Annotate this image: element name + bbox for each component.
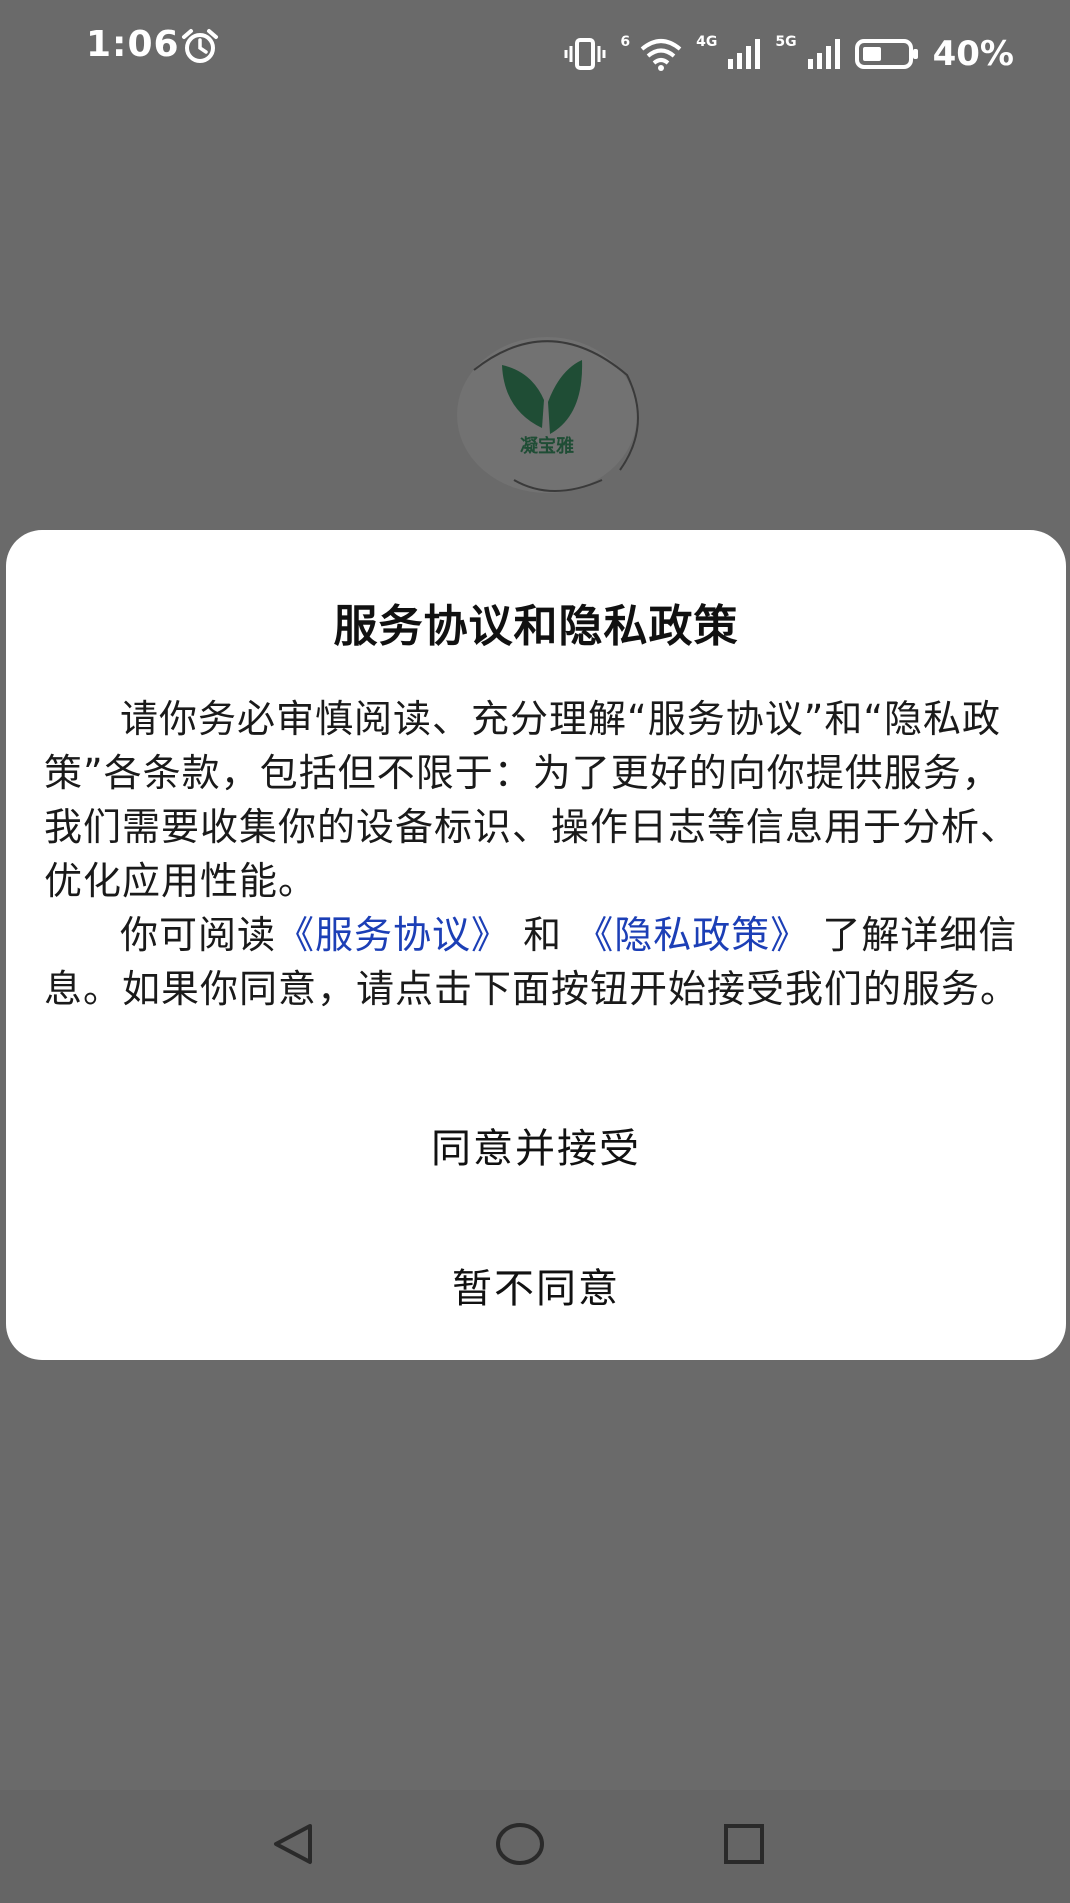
back-icon[interactable] <box>270 1820 318 1872</box>
network-label-5g: 5G <box>775 34 797 50</box>
dialog-body: 请你务必审慎阅读、充分理解“服务协议”和“隐私政策”各条款，包括但不限于：为了更… <box>44 692 1034 1016</box>
wifi-icon <box>640 37 682 71</box>
signal-icon <box>727 37 761 71</box>
dialog-paragraph-1: 请你务必审慎阅读、充分理解“服务协议”和“隐私政策”各条款，包括但不限于：为了更… <box>44 697 1020 903</box>
screen: 1:06 6 4G 5G 40% 凝宝雅 服务协议和隐私政策 请你务必审慎阅读、… <box>0 0 1070 1903</box>
agree-button[interactable]: 同意并接受 <box>6 1100 1066 1190</box>
navigation-bar <box>0 1790 1070 1903</box>
vibrate-icon <box>564 37 606 71</box>
status-icons: 6 4G 5G 40% <box>564 34 1014 74</box>
network-label-4g: 4G <box>696 34 718 50</box>
home-icon[interactable] <box>494 1820 546 1872</box>
paragraph-2-prefix: 你可阅读 <box>120 913 277 957</box>
status-time: 1:06 <box>86 24 180 65</box>
battery-percent: 40% <box>932 34 1014 74</box>
app-logo: 凝宝雅 <box>452 330 648 500</box>
alarm-clock-icon <box>180 28 220 68</box>
battery-icon <box>854 38 919 70</box>
wifi-badge: 6 <box>620 34 631 50</box>
paragraph-2-and: 和 <box>523 913 563 957</box>
dialog-paragraph-2: 你可阅读《服务协议》 和 《隐私政策》 了解详细信息。如果你同意，请点击下面按钮… <box>44 908 1034 1016</box>
service-agreement-link[interactable]: 《服务协议》 <box>276 913 510 957</box>
disagree-button[interactable]: 暂不同意 <box>6 1240 1066 1330</box>
status-bar: 1:06 6 4G 5G 40% <box>0 0 1070 110</box>
recent-apps-icon[interactable] <box>720 1820 768 1872</box>
signal-icon <box>807 37 841 71</box>
privacy-dialog: 服务协议和隐私政策 请你务必审慎阅读、充分理解“服务协议”和“隐私政策”各条款，… <box>6 530 1066 1360</box>
app-logo-text: 凝宝雅 <box>520 435 574 457</box>
dialog-title: 服务协议和隐私政策 <box>333 601 739 652</box>
privacy-policy-link[interactable]: 《隐私政策》 <box>575 913 809 957</box>
